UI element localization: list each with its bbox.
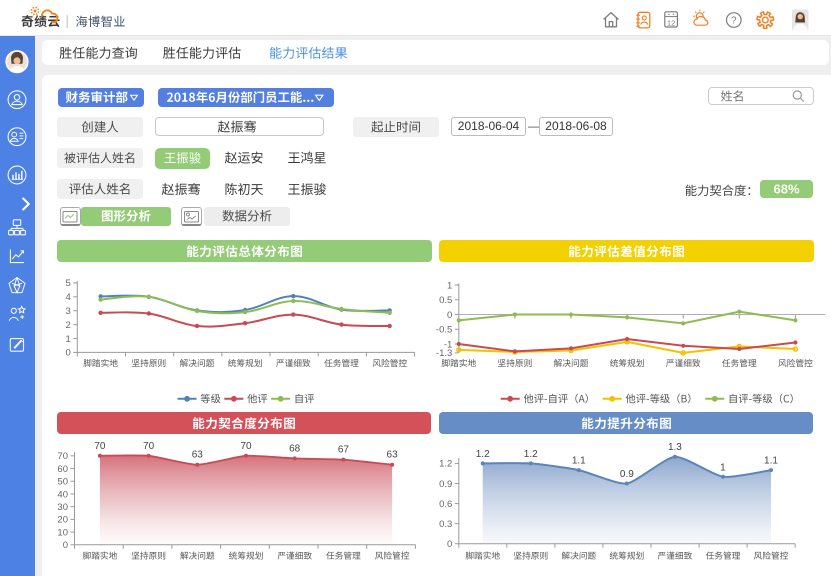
svg-text:?: ? xyxy=(731,16,737,27)
svg-text:0: 0 xyxy=(63,540,68,551)
svg-text:63: 63 xyxy=(192,450,204,461)
svg-text:1: 1 xyxy=(66,334,71,345)
svg-text:0.6: 0.6 xyxy=(439,499,452,510)
svg-text:0: 0 xyxy=(66,348,71,359)
svg-text:70: 70 xyxy=(240,441,252,452)
svg-text:50: 50 xyxy=(57,477,68,488)
svg-text:40: 40 xyxy=(57,489,68,500)
svg-text:0.9: 0.9 xyxy=(620,469,634,480)
svg-text:70: 70 xyxy=(57,451,68,462)
svg-text:68: 68 xyxy=(289,443,301,454)
svg-text:70: 70 xyxy=(143,441,155,452)
svg-text:0.9: 0.9 xyxy=(439,479,452,490)
svg-text:63: 63 xyxy=(387,450,399,461)
svg-text:1: 1 xyxy=(720,462,726,473)
svg-text:12: 12 xyxy=(667,18,675,27)
svg-text:20: 20 xyxy=(57,515,68,526)
svg-text:1.2: 1.2 xyxy=(439,459,452,470)
svg-text:68%: 68% xyxy=(773,182,799,197)
svg-text:0: 0 xyxy=(447,310,452,321)
svg-text:10: 10 xyxy=(57,527,68,538)
svg-text:0.5: 0.5 xyxy=(439,295,452,306)
svg-text:0.3: 0.3 xyxy=(439,519,452,530)
svg-text:1.3: 1.3 xyxy=(668,442,682,453)
svg-text:2: 2 xyxy=(66,320,71,331)
svg-text:30: 30 xyxy=(57,502,68,513)
svg-text:1.1: 1.1 xyxy=(572,456,586,467)
svg-text:4: 4 xyxy=(66,292,71,303)
svg-text:3: 3 xyxy=(66,306,71,317)
svg-text:67: 67 xyxy=(338,445,350,456)
svg-text:0: 0 xyxy=(447,539,452,550)
svg-text:1.1: 1.1 xyxy=(764,456,778,467)
svg-text:5: 5 xyxy=(66,278,71,289)
svg-text:1.2: 1.2 xyxy=(476,449,490,460)
svg-text:70: 70 xyxy=(94,441,106,452)
svg-text:-0.5: -0.5 xyxy=(436,325,452,336)
svg-text:1.2: 1.2 xyxy=(524,449,538,460)
svg-text:60: 60 xyxy=(57,464,68,475)
svg-text:-1.3: -1.3 xyxy=(436,348,452,359)
svg-text:1: 1 xyxy=(447,280,452,291)
